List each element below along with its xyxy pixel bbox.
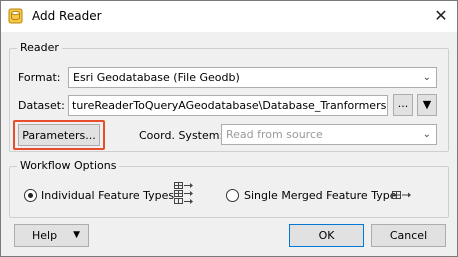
window-title: Add Reader: [32, 9, 102, 23]
single-feature-type-icon: [392, 191, 411, 199]
browse-button[interactable]: ...: [393, 94, 413, 116]
individual-feature-types-label: Individual Feature Types: [41, 189, 175, 202]
ok-label: OK: [318, 229, 335, 242]
format-select[interactable]: Esri Geodatabase (File Geodb) ⌄: [68, 67, 437, 88]
parameters-label: Parameters...: [22, 129, 96, 142]
radio-selected-dot: [28, 193, 33, 198]
close-button[interactable]: ✕: [425, 1, 457, 31]
single-merged-feature-type-label: Single Merged Feature Type: [244, 189, 397, 202]
dataset-options-button[interactable]: ▼: [417, 94, 437, 116]
workflow-group: Workflow Options Individual Feature Type…: [9, 159, 449, 218]
browse-label: ...: [397, 97, 409, 110]
ok-button[interactable]: OK: [289, 224, 364, 247]
cancel-label: Cancel: [389, 229, 428, 242]
format-label: Format:: [18, 71, 61, 84]
title-bar: Add Reader ✕: [1, 1, 457, 32]
individual-feature-types-radio[interactable]: [24, 189, 37, 202]
dataset-value: tureReaderToQueryAGeodatabase\Database_T…: [72, 99, 388, 112]
close-icon: ✕: [434, 6, 448, 25]
workflow-group-title: Workflow Options: [17, 159, 120, 172]
chevron-down-icon: ⌄: [422, 129, 431, 140]
reader-icon: [8, 8, 23, 24]
chevron-down-icon: ⌄: [422, 72, 431, 83]
multiple-feature-types-icon: [174, 182, 193, 204]
caret-down-icon: ▼: [73, 230, 80, 240]
single-merged-feature-type-radio[interactable]: [226, 189, 239, 202]
coord-system-select[interactable]: Read from source ⌄: [221, 124, 437, 145]
coord-system-label: Coord. System:: [139, 129, 224, 142]
parameters-button[interactable]: Parameters...: [18, 124, 100, 146]
dialog-body: Reader Format: Esri Geodatabase (File Ge…: [1, 32, 457, 256]
dataset-field[interactable]: tureReaderToQueryAGeodatabase\Database_T…: [68, 95, 388, 116]
caret-down-icon: ▼: [422, 98, 432, 111]
reader-group: Reader Format: Esri Geodatabase (File Ge…: [9, 41, 449, 152]
help-button[interactable]: Help ▼: [14, 224, 89, 247]
add-reader-dialog: Add Reader ✕ Reader Format: Esri Geodata…: [0, 0, 458, 257]
cancel-button[interactable]: Cancel: [371, 224, 446, 247]
dataset-label: Dataset:: [18, 99, 65, 112]
help-label: Help: [32, 229, 58, 242]
reader-group-title: Reader: [17, 41, 62, 54]
format-value: Esri Geodatabase (File Geodb): [73, 71, 240, 84]
coord-system-placeholder: Read from source: [226, 128, 323, 141]
